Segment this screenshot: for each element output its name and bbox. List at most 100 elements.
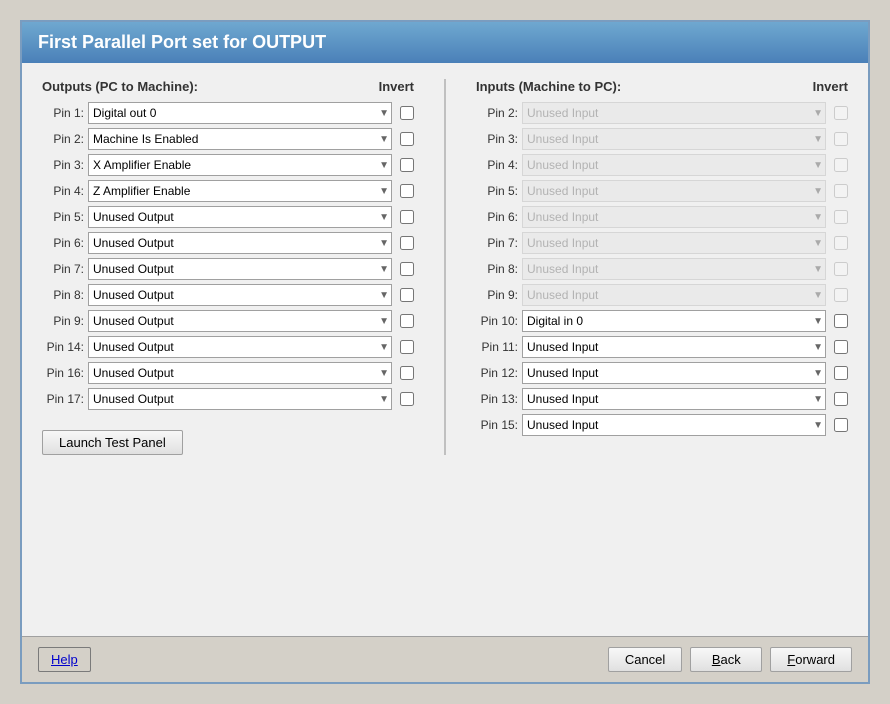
output-invert-checkbox[interactable] <box>400 392 414 406</box>
input-pin-row: Pin 15:Unused InputDigital in 0▼ <box>476 414 848 436</box>
input-pin-select[interactable]: Unused InputDigital in 0 <box>522 362 826 384</box>
input-pin-select[interactable]: Digital in 0Unused Input <box>522 310 826 332</box>
input-select-wrapper: Digital in 0Unused Input▼ <box>522 310 826 332</box>
input-pin-label: Pin 2: <box>476 106 518 120</box>
inputs-header: Inputs (Machine to PC): Invert <box>476 79 848 94</box>
output-invert-checkbox[interactable] <box>400 340 414 354</box>
input-pin-row: Pin 3:Unused Input▼ <box>476 128 848 150</box>
input-pin-label: Pin 4: <box>476 158 518 172</box>
output-pin-select[interactable]: Unused OutputDigital out 0 <box>88 310 392 332</box>
input-select-wrapper: Unused Input▼ <box>522 180 826 202</box>
output-invert-checkbox[interactable] <box>400 288 414 302</box>
cancel-button[interactable]: Cancel <box>608 647 682 672</box>
output-pin-select[interactable]: Z Amplifier EnableDigital out 0Unused Ou… <box>88 180 392 202</box>
input-invert-checkbox <box>834 132 848 146</box>
output-pin-row: Pin 1: Digital out 0Digital out 1Digital … <box>42 102 414 124</box>
forward-button[interactable]: Forward <box>770 647 852 672</box>
output-pin-label: Pin 14: <box>42 340 84 354</box>
output-pin-label: Pin 5: <box>42 210 84 224</box>
input-pin-label: Pin 12: <box>476 366 518 380</box>
output-select-wrapper: Unused OutputDigital out 0▼ <box>88 232 392 254</box>
input-invert-checkbox[interactable] <box>834 418 848 432</box>
output-invert-checkbox[interactable] <box>400 236 414 250</box>
output-pin-select[interactable]: Unused OutputDigital out 0 <box>88 258 392 280</box>
input-pin-select: Unused Input <box>522 258 826 280</box>
output-pin-row: Pin 14:Unused OutputDigital out 0▼ <box>42 336 414 358</box>
input-pin-row: Pin 9:Unused Input▼ <box>476 284 848 306</box>
output-pin-select[interactable]: Machine Is EnabledDigital out 0Unused Ou… <box>88 128 392 150</box>
input-select-wrapper: Unused Input▼ <box>522 284 826 306</box>
output-pin-select[interactable]: Unused OutputDigital out 0 <box>88 336 392 358</box>
output-invert-checkbox[interactable] <box>400 184 414 198</box>
input-invert-checkbox[interactable] <box>834 314 848 328</box>
input-pin-select: Unused Input <box>522 284 826 306</box>
output-pin-select[interactable]: Unused OutputDigital out 0 <box>88 362 392 384</box>
input-pin-row: Pin 6:Unused Input▼ <box>476 206 848 228</box>
footer-right: Cancel Back Forward <box>608 647 852 672</box>
input-invert-checkbox[interactable] <box>834 366 848 380</box>
help-button[interactable]: Help <box>38 647 91 672</box>
launch-btn-container: Launch Test Panel <box>42 414 414 455</box>
output-pin-select[interactable]: Unused OutputDigital out 0 <box>88 284 392 306</box>
input-invert-checkbox <box>834 236 848 250</box>
input-pin-select[interactable]: Unused InputDigital in 0 <box>522 414 826 436</box>
input-select-wrapper: Unused InputDigital in 0▼ <box>522 336 826 358</box>
output-pin-select[interactable]: Unused OutputDigital out 0 <box>88 388 392 410</box>
output-pin-label: Pin 1: <box>42 106 84 120</box>
input-invert-checkbox <box>834 288 848 302</box>
output-select-wrapper: Unused OutputDigital out 0▼ <box>88 362 392 384</box>
input-pin-select: Unused Input <box>522 128 826 150</box>
input-pin-label: Pin 13: <box>476 392 518 406</box>
dialog-header: First Parallel Port set for OUTPUT <box>22 22 868 63</box>
output-invert-checkbox[interactable] <box>400 132 414 146</box>
input-pin-select[interactable]: Unused InputDigital in 0 <box>522 388 826 410</box>
output-select-wrapper: Unused OutputDigital out 0▼ <box>88 206 392 228</box>
output-pin-label: Pin 9: <box>42 314 84 328</box>
input-pin-label: Pin 6: <box>476 210 518 224</box>
columns-container: Outputs (PC to Machine): Invert Pin 1: Di… <box>42 79 848 455</box>
output-invert-checkbox[interactable] <box>400 158 414 172</box>
input-pin-label: Pin 5: <box>476 184 518 198</box>
output-select-wrapper: Machine Is EnabledDigital out 0Unused Ou… <box>88 128 392 150</box>
input-invert-checkbox[interactable] <box>834 340 848 354</box>
back-button[interactable]: Back <box>690 647 762 672</box>
input-pin-row: Pin 8:Unused Input▼ <box>476 258 848 280</box>
output-pin-select[interactable]: Unused OutputDigital out 0 <box>88 232 392 254</box>
output-pin-row: Pin 17:Unused OutputDigital out 0▼ <box>42 388 414 410</box>
input-pin-label: Pin 15: <box>476 418 518 432</box>
output-pin-row: Pin 8:Unused OutputDigital out 0▼ <box>42 284 414 306</box>
output-pin-select[interactable]: Digital out 0Digital out 1Digital out 2D… <box>88 102 392 124</box>
input-invert-checkbox <box>834 158 848 172</box>
input-pin-row: Pin 11:Unused InputDigital in 0▼ <box>476 336 848 358</box>
output-pin-label: Pin 6: <box>42 236 84 250</box>
output-invert-checkbox[interactable] <box>400 210 414 224</box>
output-invert-checkbox[interactable] <box>400 106 414 120</box>
outputs-column: Outputs (PC to Machine): Invert Pin 1: Di… <box>42 79 414 455</box>
input-select-wrapper: Unused InputDigital in 0▼ <box>522 362 826 384</box>
outputs-label: Outputs (PC to Machine): <box>42 79 198 94</box>
input-pins-container: Pin 2:Unused Input▼Pin 3:Unused Input▼Pi… <box>476 102 848 436</box>
input-pin-label: Pin 8: <box>476 262 518 276</box>
input-select-wrapper: Unused Input▼ <box>522 232 826 254</box>
input-pin-select[interactable]: Unused InputDigital in 0 <box>522 336 826 358</box>
input-pin-row: Pin 5: Unused Input▼ <box>476 180 848 202</box>
output-pin-label: Pin 16: <box>42 366 84 380</box>
output-pin-row: Pin 2:Machine Is EnabledDigital out 0Unu… <box>42 128 414 150</box>
output-pin-row: Pin 6: Unused OutputDigital out 0▼ <box>42 232 414 254</box>
output-invert-checkbox[interactable] <box>400 314 414 328</box>
output-pins-container: Pin 1: Digital out 0Digital out 1Digital … <box>42 102 414 410</box>
output-pin-row: Pin 16: Unused OutputDigital out 0▼ <box>42 362 414 384</box>
outputs-invert-label: Invert <box>379 79 414 94</box>
input-pin-select: Unused Input <box>522 232 826 254</box>
outputs-header: Outputs (PC to Machine): Invert <box>42 79 414 94</box>
output-invert-checkbox[interactable] <box>400 262 414 276</box>
input-invert-checkbox[interactable] <box>834 392 848 406</box>
output-pin-select[interactable]: X Amplifier EnableDigital out 0Unused Ou… <box>88 154 392 176</box>
input-pin-label: Pin 7: <box>476 236 518 250</box>
launch-test-panel-button[interactable]: Launch Test Panel <box>42 430 183 455</box>
output-pin-select[interactable]: Unused OutputDigital out 0 <box>88 206 392 228</box>
main-dialog: First Parallel Port set for OUTPUT Outpu… <box>20 20 870 684</box>
dialog-title: First Parallel Port set for OUTPUT <box>38 32 326 52</box>
input-pin-row: Pin 2:Unused Input▼ <box>476 102 848 124</box>
output-invert-checkbox[interactable] <box>400 366 414 380</box>
